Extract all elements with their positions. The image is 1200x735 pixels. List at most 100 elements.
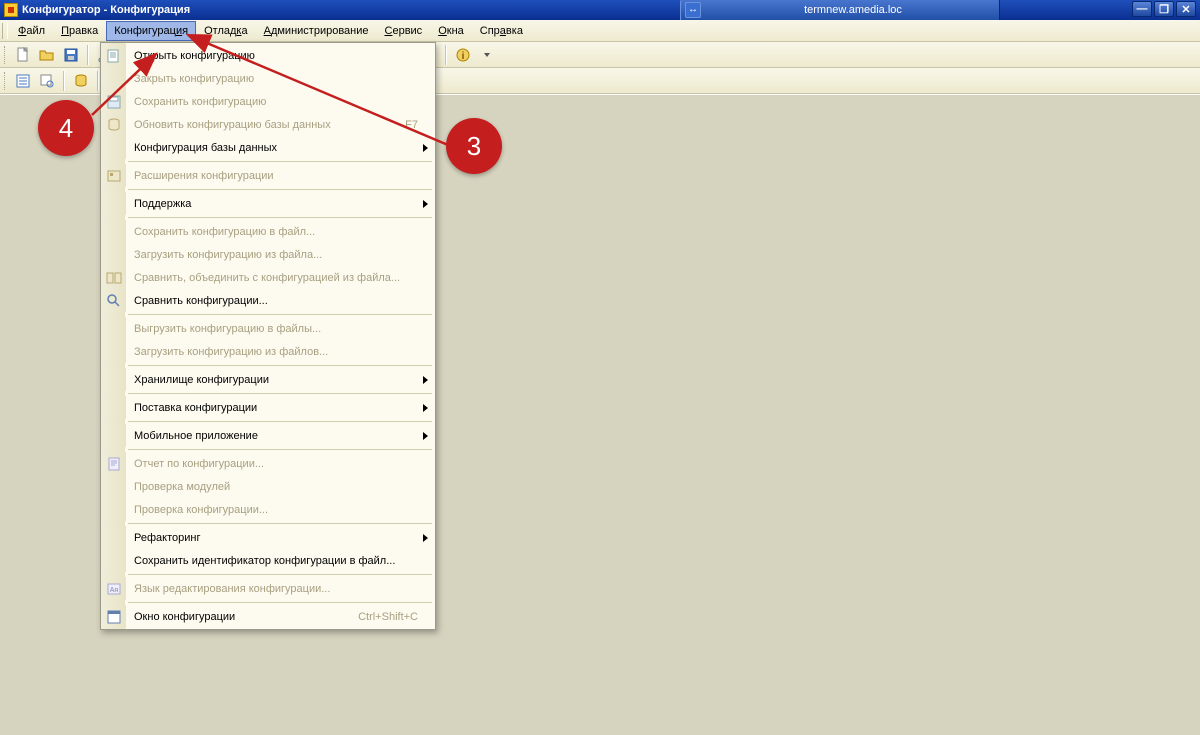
menubar-grip bbox=[2, 23, 8, 39]
menu-separator bbox=[128, 365, 432, 366]
menu-entry-13[interactable]: Сравнить конфигурации... bbox=[102, 289, 434, 312]
menu-entry-icon bbox=[102, 192, 126, 215]
toolbar-grip-2 bbox=[4, 72, 8, 90]
menu-separator bbox=[128, 421, 432, 422]
menu-entry-icon bbox=[102, 113, 126, 136]
menu-entry-8[interactable]: Поддержка bbox=[102, 192, 434, 215]
menu-entry-icon bbox=[102, 136, 126, 159]
menu-entry-label: Хранилище конфигурации bbox=[126, 374, 434, 386]
remote-host-tab[interactable]: ↔ termnew.amedia.loc bbox=[680, 0, 1000, 20]
menu-entry-icon bbox=[102, 452, 126, 475]
menu-entry-6: Расширения конфигурации bbox=[102, 164, 434, 187]
menu-entry-28[interactable]: Рефакторинг bbox=[102, 526, 434, 549]
menu-entry-label: Сохранить конфигурацию bbox=[126, 96, 434, 108]
menu-entry-icon bbox=[102, 549, 126, 572]
menu-entry-29[interactable]: Сохранить идентификатор конфигурации в ф… bbox=[102, 549, 434, 572]
menu-entry-24: Отчет по конфигурации... bbox=[102, 452, 434, 475]
menu-entry-2: Сохранить конфигурацию bbox=[102, 90, 434, 113]
menu-item-6[interactable]: Окна bbox=[430, 21, 472, 41]
menu-item-4[interactable]: Администрирование bbox=[256, 21, 377, 41]
minimize-button[interactable]: — bbox=[1132, 1, 1152, 17]
annotation-badge-3: 3 bbox=[446, 118, 502, 174]
menu-entry-icon bbox=[102, 243, 126, 266]
menu-separator bbox=[128, 161, 432, 162]
menu-entry-11: Загрузить конфигурацию из файла... bbox=[102, 243, 434, 266]
remote-host-label: termnew.amedia.loc bbox=[707, 4, 999, 16]
menu-entry-icon bbox=[102, 317, 126, 340]
menu-entry-label: Рефакторинг bbox=[126, 532, 434, 544]
restore-button[interactable]: ❐ bbox=[1154, 1, 1174, 17]
menu-item-2[interactable]: Конфигурация bbox=[106, 21, 196, 41]
menu-entry-label: Открыть конфигурацию bbox=[126, 50, 434, 62]
menu-entry-20[interactable]: Поставка конфигурации bbox=[102, 396, 434, 419]
menu-entry-label: Сравнить, объединить с конфигурацией из … bbox=[126, 272, 434, 284]
menu-entry-icon bbox=[102, 67, 126, 90]
window-controls: — ❐ ✕ bbox=[1132, 0, 1196, 18]
menu-entry-icon bbox=[102, 424, 126, 447]
menu-entry-icon bbox=[102, 220, 126, 243]
submenu-arrow-icon bbox=[423, 432, 428, 440]
help-dropdown-icon[interactable] bbox=[476, 44, 498, 66]
open-file-icon[interactable] bbox=[36, 44, 58, 66]
menu-entry-icon bbox=[102, 498, 126, 521]
menu-entry-icon bbox=[102, 605, 126, 628]
menu-entry-33[interactable]: Окно конфигурацииCtrl+Shift+C bbox=[102, 605, 434, 628]
help-icon[interactable]: i bbox=[452, 44, 474, 66]
menu-entry-icon bbox=[102, 340, 126, 363]
menu-entry-icon bbox=[102, 396, 126, 419]
menu-entry-label: Язык редактирования конфигурации... bbox=[126, 583, 434, 595]
menu-entry-4[interactable]: Конфигурация базы данных bbox=[102, 136, 434, 159]
save-icon[interactable] bbox=[60, 44, 82, 66]
submenu-arrow-icon bbox=[423, 144, 428, 152]
menu-entry-18[interactable]: Хранилище конфигурации bbox=[102, 368, 434, 391]
new-file-icon[interactable] bbox=[12, 44, 34, 66]
menu-item-1[interactable]: Правка bbox=[53, 21, 106, 41]
menu-entry-icon bbox=[102, 368, 126, 391]
menu-entry-label: Сохранить идентификатор конфигурации в ф… bbox=[126, 555, 434, 567]
menu-entry-label: Проверка модулей bbox=[126, 481, 434, 493]
menu-item-3[interactable]: Отладка bbox=[196, 21, 256, 41]
menu-entry-shortcut: F7 bbox=[405, 119, 434, 131]
menu-item-5[interactable]: Сервис bbox=[377, 21, 431, 41]
submenu-arrow-icon bbox=[423, 534, 428, 542]
menu-separator bbox=[128, 189, 432, 190]
menu-entry-16: Загрузить конфигурацию из файлов... bbox=[102, 340, 434, 363]
menu-entry-icon bbox=[102, 266, 126, 289]
configuration-menu-dropdown: Открыть конфигурацию Закрыть конфигурацию… bbox=[100, 42, 436, 630]
menu-entry-icon bbox=[102, 289, 126, 312]
submenu-arrow-icon bbox=[423, 404, 428, 412]
close-button[interactable]: ✕ bbox=[1176, 1, 1196, 17]
menu-entry-label: Расширения конфигурации bbox=[126, 170, 434, 182]
menu-entry-1: Закрыть конфигурацию bbox=[102, 67, 434, 90]
menu-item-7[interactable]: Справка bbox=[472, 21, 531, 41]
menu-entry-label: Загрузить конфигурацию из файла... bbox=[126, 249, 434, 261]
svg-text:i: i bbox=[462, 51, 465, 62]
menu-item-0[interactable]: Файл bbox=[10, 21, 53, 41]
menu-entry-label: Выгрузить конфигурацию в файлы... bbox=[126, 323, 434, 335]
menu-separator bbox=[128, 574, 432, 575]
menu-separator bbox=[128, 449, 432, 450]
menu-entry-icon bbox=[102, 44, 126, 67]
menu-separator bbox=[128, 314, 432, 315]
menu-entry-label: Поставка конфигурации bbox=[126, 402, 434, 414]
menu-entry-shortcut: Ctrl+Shift+C bbox=[358, 611, 434, 623]
menu-entry-label: Сохранить конфигурацию в файл... bbox=[126, 226, 434, 238]
svg-text:Ая: Ая bbox=[110, 587, 119, 594]
window-titlebar: Конфигуратор - Конфигурация ↔ termnew.am… bbox=[0, 0, 1200, 20]
menu-entry-label: Отчет по конфигурации... bbox=[126, 458, 434, 470]
menu-entry-label: Поддержка bbox=[126, 198, 434, 210]
menu-separator bbox=[128, 523, 432, 524]
config-tree-icon[interactable] bbox=[12, 70, 34, 92]
menu-entry-10: Сохранить конфигурацию в файл... bbox=[102, 220, 434, 243]
app-icon bbox=[4, 3, 18, 17]
config-find-icon[interactable] bbox=[36, 70, 58, 92]
menu-entry-icon bbox=[102, 90, 126, 113]
menu-entry-icon bbox=[102, 164, 126, 187]
db-update-icon[interactable] bbox=[70, 70, 92, 92]
menu-separator bbox=[128, 393, 432, 394]
menu-entry-label: Мобильное приложение bbox=[126, 430, 434, 442]
menu-entry-0[interactable]: Открыть конфигурацию bbox=[102, 44, 434, 67]
menu-entry-icon: Ая bbox=[102, 577, 126, 600]
toolbar-grip bbox=[4, 46, 8, 64]
menu-entry-22[interactable]: Мобильное приложение bbox=[102, 424, 434, 447]
